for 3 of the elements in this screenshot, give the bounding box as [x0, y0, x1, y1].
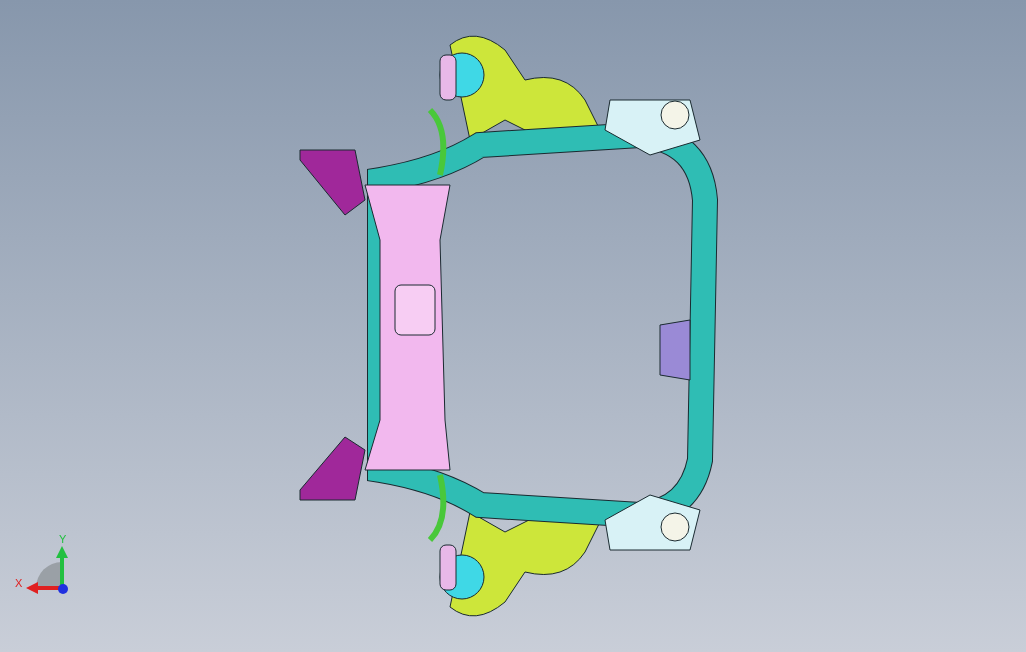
- axis-triad-icon: [26, 546, 68, 594]
- x-axis-label: X: [15, 577, 23, 589]
- y-axis-label: Y: [59, 533, 67, 545]
